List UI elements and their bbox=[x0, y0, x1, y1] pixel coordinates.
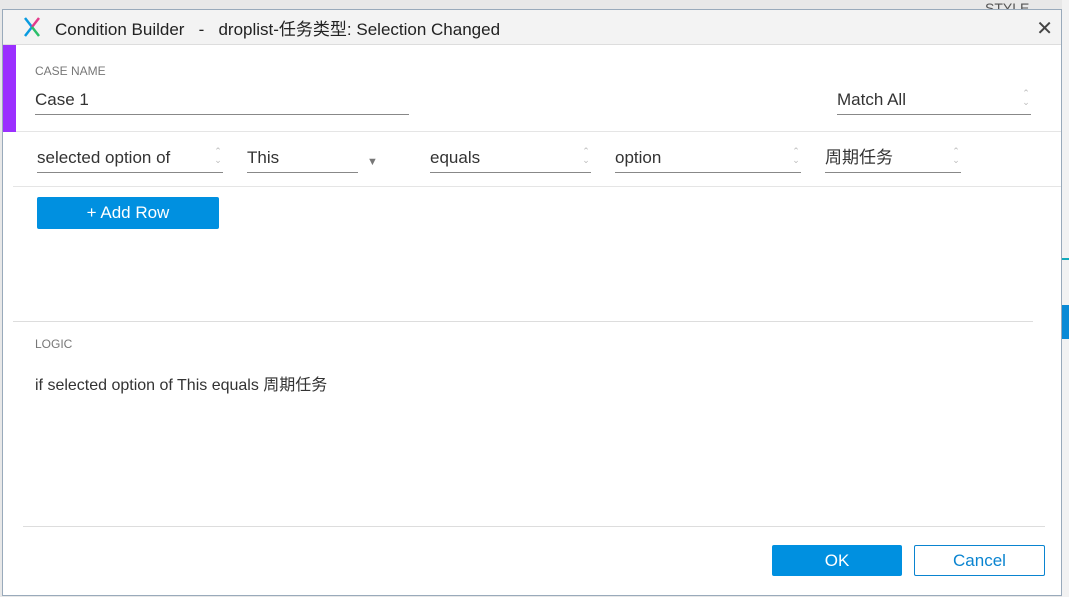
condition-row: selected option of ⌃ ⌄ This ▼ equals ⌃ ⌄ o… bbox=[13, 132, 1061, 187]
add-row-button[interactable]: + Add Row bbox=[37, 197, 219, 229]
subject-value: selected option of bbox=[37, 148, 171, 167]
match-mode-value: Match All bbox=[837, 90, 906, 109]
operator-select[interactable]: equals ⌃ ⌄ bbox=[430, 145, 591, 173]
logic-label: LOGIC bbox=[35, 337, 73, 351]
spinner-icon: ⌃ ⌄ bbox=[952, 146, 960, 165]
title-bar: Condition Builder - droplist-任务类型: Selec… bbox=[3, 10, 1061, 45]
case-section: CASE NAME Case 1 Match All ⌃ ⌄ bbox=[3, 45, 1061, 132]
condition-builder-dialog: Condition Builder - droplist-任务类型: Selec… bbox=[2, 9, 1062, 596]
dialog-title: Condition Builder - droplist-任务类型: Selec… bbox=[55, 19, 501, 39]
case-name-input[interactable]: Case 1 bbox=[35, 87, 409, 115]
divider bbox=[23, 526, 1045, 527]
ok-button[interactable]: OK bbox=[772, 545, 902, 576]
match-mode-select[interactable]: Match All ⌃ ⌄ bbox=[837, 87, 1031, 115]
target-value: This bbox=[247, 148, 280, 167]
value-type-value: option bbox=[615, 148, 662, 167]
operator-value: equals bbox=[430, 148, 481, 167]
value-value: 周期任务 bbox=[825, 148, 893, 167]
target-select[interactable]: This bbox=[247, 145, 358, 173]
divider bbox=[13, 321, 1033, 322]
close-icon[interactable]: ✕ bbox=[1036, 16, 1053, 41]
cancel-button[interactable]: Cancel bbox=[914, 545, 1045, 576]
dropdown-caret-icon[interactable]: ▼ bbox=[367, 156, 378, 168]
subject-select[interactable]: selected option of ⌃ ⌄ bbox=[37, 145, 223, 173]
spinner-icon: ⌃ ⌄ bbox=[582, 146, 590, 165]
spinner-icon: ⌃ ⌄ bbox=[214, 146, 222, 165]
case-name-label: CASE NAME bbox=[35, 64, 106, 78]
value-type-select[interactable]: option ⌃ ⌄ bbox=[615, 145, 801, 173]
logic-text: if selected option of This equals 周期任务 bbox=[35, 377, 328, 394]
background-app bbox=[1062, 0, 1069, 597]
spinner-icon: ⌃ ⌄ bbox=[792, 146, 800, 165]
value-select[interactable]: 周期任务 ⌃ ⌄ bbox=[825, 145, 961, 173]
app-logo-icon bbox=[24, 17, 40, 37]
case-accent-bar bbox=[3, 45, 16, 132]
spinner-icon: ⌃ ⌄ bbox=[1022, 88, 1030, 107]
